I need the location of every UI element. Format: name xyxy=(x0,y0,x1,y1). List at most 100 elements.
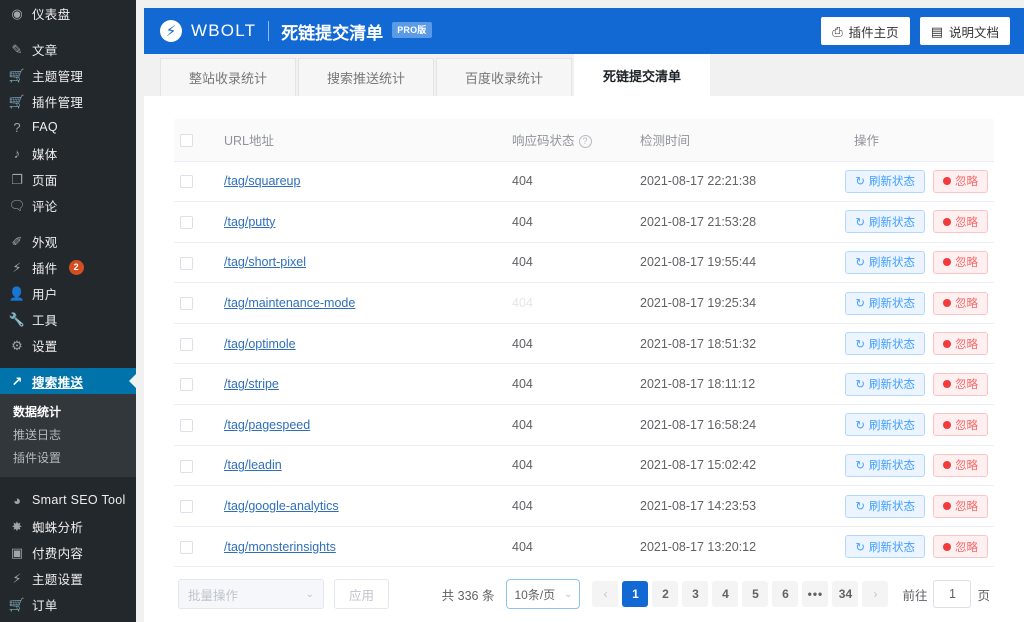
row-checkbox[interactable] xyxy=(180,297,193,310)
refresh-status-button[interactable]: ↻刷新状态 xyxy=(845,495,925,518)
sidebar-item-item[interactable]: ⚡插件2 xyxy=(0,254,136,280)
submenu-item-item[interactable]: 插件设置 xyxy=(0,446,136,469)
refresh-status-button[interactable]: ↻刷新状态 xyxy=(845,292,925,315)
tab-1[interactable]: 整站收录统计 xyxy=(160,58,296,96)
bulk-action-select[interactable]: 批量操作 ⌄ xyxy=(178,579,324,609)
row-checkbox[interactable] xyxy=(180,460,193,473)
detect-time-value: 2021-08-17 14:23:53 xyxy=(640,499,756,513)
sidebar-item-item[interactable]: ▣付费内容 xyxy=(0,539,136,565)
submenu-item-item[interactable]: 数据统计 xyxy=(0,400,136,423)
page-jump-input[interactable] xyxy=(933,580,971,608)
sidebar-item-item[interactable]: ◕统计 xyxy=(0,617,136,622)
url-link[interactable]: /tag/google-analytics xyxy=(224,499,339,513)
sidebar-item-item[interactable]: 🔧工具 xyxy=(0,306,136,332)
tab-4[interactable]: 死链提交清单 xyxy=(574,54,710,96)
ignore-button[interactable]: 忽略 xyxy=(933,495,988,518)
ignore-button[interactable]: 忽略 xyxy=(933,373,988,396)
sidebar-nav-top: ◉仪表盘 ✎文章🛒主题管理🛒插件管理?FAQ♪媒体❐页面🗨评论 ✐外观⚡插件2👤用户… xyxy=(0,0,136,394)
ignore-button[interactable]: 忽略 xyxy=(933,535,988,558)
refresh-status-button[interactable]: ↻刷新状态 xyxy=(845,535,925,558)
pagination-page-4[interactable]: 4 xyxy=(712,581,738,607)
pro-badge: PRO版 xyxy=(392,22,431,38)
plugin-home-label: 插件主页 xyxy=(849,22,899,41)
refresh-status-button[interactable]: ↻刷新状态 xyxy=(845,210,925,233)
row-checkbox[interactable] xyxy=(180,419,193,432)
tab-label: 死链提交清单 xyxy=(603,66,681,85)
pagination-prev[interactable]: ‹ xyxy=(592,581,618,607)
ignore-button[interactable]: 忽略 xyxy=(933,251,988,274)
help-icon[interactable]: ? xyxy=(579,135,592,148)
refresh-status-button[interactable]: ↻刷新状态 xyxy=(845,413,925,436)
sidebar-item-faq[interactable]: ?FAQ xyxy=(0,114,136,140)
pagination-ellipsis[interactable]: ••• xyxy=(802,581,828,607)
sidebar-item-item[interactable]: ✸蜘蛛分析 xyxy=(0,513,136,539)
sidebar-item-item[interactable]: 🛒订单 xyxy=(0,591,136,617)
ignore-button[interactable]: 忽略 xyxy=(933,413,988,436)
action-buttons: ↻刷新状态忽略 xyxy=(854,170,988,193)
sidebar-item-smart-seo-tool[interactable]: ◕Smart SEO Tool xyxy=(0,487,136,513)
ignore-button[interactable]: 忽略 xyxy=(933,454,988,477)
ignore-button[interactable]: 忽略 xyxy=(933,332,988,355)
ignore-button[interactable]: 忽略 xyxy=(933,170,988,193)
tab-2[interactable]: 搜索推送统计 xyxy=(298,58,434,96)
refresh-icon: ↻ xyxy=(855,540,865,554)
sidebar-item-item[interactable]: ✎文章 xyxy=(0,36,136,62)
apply-button[interactable]: 应用 xyxy=(334,579,389,609)
pagination-page-1[interactable]: 1 xyxy=(622,581,648,607)
pagination-next[interactable]: › xyxy=(862,581,888,607)
pagination-page-5[interactable]: 5 xyxy=(742,581,768,607)
url-link[interactable]: /tag/stripe xyxy=(224,377,279,391)
header-code: 响应码状态? xyxy=(506,119,634,161)
sidebar-item-item[interactable]: ✐外观 xyxy=(0,228,136,254)
refresh-status-button[interactable]: ↻刷新状态 xyxy=(845,373,925,396)
docs-button[interactable]: ▤ 说明文档 xyxy=(920,17,1010,45)
sidebar-item-item[interactable]: ⚙设置 xyxy=(0,332,136,358)
pagination: ‹123456•••34› xyxy=(592,581,888,607)
sidebar-item-item[interactable]: ⚡主题设置 xyxy=(0,565,136,591)
sidebar-item-item[interactable]: ↗搜索推送 xyxy=(0,368,136,394)
sidebar-item-label: 订单 xyxy=(32,595,58,614)
url-link[interactable]: /tag/squareup xyxy=(224,174,300,188)
sidebar-item-item[interactable]: 🗨评论 xyxy=(0,192,136,218)
row-checkbox[interactable] xyxy=(180,500,193,513)
pagination-page-6[interactable]: 6 xyxy=(772,581,798,607)
sidebar-item-item[interactable]: ❐页面 xyxy=(0,166,136,192)
page-size-select[interactable]: 10条/页 ⌄ xyxy=(506,579,580,609)
sidebar-item-item[interactable]: ♪媒体 xyxy=(0,140,136,166)
select-all-checkbox[interactable] xyxy=(180,134,193,147)
actions-cell: ↻刷新状态忽略 xyxy=(848,405,994,446)
status-code-cell: 404 xyxy=(506,486,634,527)
url-link[interactable]: /tag/monsterinsights xyxy=(224,540,336,554)
sidebar-item-item[interactable]: 🛒插件管理 xyxy=(0,88,136,114)
pagination-page-2[interactable]: 2 xyxy=(652,581,678,607)
plugin-home-button[interactable]: ⎙ 插件主页 xyxy=(821,17,909,45)
sidebar-item-item[interactable]: 🛒主题管理 xyxy=(0,62,136,88)
url-cell: /tag/monsterinsights xyxy=(218,526,506,567)
submenu-item-item[interactable]: 推送日志 xyxy=(0,423,136,446)
pagination-page-3[interactable]: 3 xyxy=(682,581,708,607)
row-checkbox[interactable] xyxy=(180,216,193,229)
url-link[interactable]: /tag/short-pixel xyxy=(224,255,306,269)
url-link[interactable]: /tag/leadin xyxy=(224,458,282,472)
ignore-button[interactable]: 忽略 xyxy=(933,210,988,233)
url-link[interactable]: /tag/pagespeed xyxy=(224,418,310,432)
ignore-button[interactable]: 忽略 xyxy=(933,292,988,315)
sidebar-item-item[interactable]: ◉仪表盘 xyxy=(0,0,136,26)
row-checkbox[interactable] xyxy=(180,175,193,188)
url-link[interactable]: /tag/optimole xyxy=(224,337,296,351)
url-link[interactable]: /tag/putty xyxy=(224,215,275,229)
tab-label: 搜索推送统计 xyxy=(327,68,405,87)
detect-time-value: 2021-08-17 21:53:28 xyxy=(640,215,756,229)
tab-3[interactable]: 百度收录统计 xyxy=(436,58,572,96)
sidebar-item-item[interactable]: 👤用户 xyxy=(0,280,136,306)
refresh-status-button[interactable]: ↻刷新状态 xyxy=(845,332,925,355)
row-checkbox[interactable] xyxy=(180,338,193,351)
row-checkbox[interactable] xyxy=(180,541,193,554)
pagination-page-34[interactable]: 34 xyxy=(832,581,858,607)
row-checkbox[interactable] xyxy=(180,378,193,391)
refresh-status-button[interactable]: ↻刷新状态 xyxy=(845,454,925,477)
refresh-status-button[interactable]: ↻刷新状态 xyxy=(845,251,925,274)
refresh-status-button[interactable]: ↻刷新状态 xyxy=(845,170,925,193)
row-checkbox[interactable] xyxy=(180,257,193,270)
url-link[interactable]: /tag/maintenance-mode xyxy=(224,296,355,310)
